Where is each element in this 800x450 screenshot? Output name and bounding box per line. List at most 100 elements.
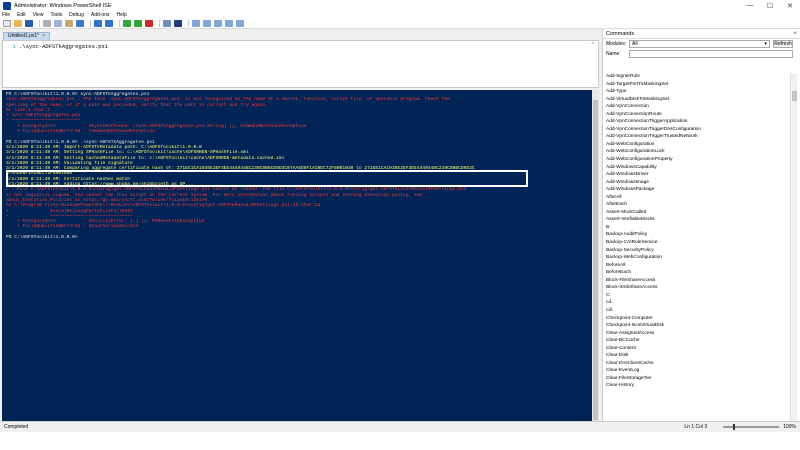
command-list-item[interactable]: Block-FileShareAccess xyxy=(606,277,790,285)
menu-add-ons[interactable]: Add-ons xyxy=(91,12,110,18)
command-list-item[interactable]: cd.. xyxy=(606,299,790,307)
toolbar-divider xyxy=(90,20,91,27)
run-selection-icon[interactable] xyxy=(134,20,142,27)
show-addon-icon[interactable] xyxy=(236,20,244,27)
command-list-item[interactable]: Add-WindowsDriver xyxy=(606,171,790,179)
command-list-item[interactable]: Clear-Disk xyxy=(606,352,790,360)
tab-untitled1[interactable]: Untitled1.ps1* × xyxy=(3,32,51,40)
command-list-item[interactable]: Add-Type xyxy=(606,88,790,96)
commands-title: Commands xyxy=(606,30,635,37)
command-list-item[interactable]: Clear-AssignedAccess xyxy=(606,330,790,338)
highlight-box xyxy=(6,170,528,187)
command-list-scroll-thumb[interactable] xyxy=(792,91,797,101)
layout-script-top-icon[interactable] xyxy=(192,20,200,27)
command-list-item[interactable]: Add-WebConfigurationLock xyxy=(606,148,790,156)
command-list-item[interactable]: Backup-WebConfiguration xyxy=(606,254,790,262)
command-list-item[interactable]: Add-VpnConnection xyxy=(606,103,790,111)
command-list-item[interactable]: Clear-EventLog xyxy=(606,367,790,375)
command-list-item[interactable]: cd\ xyxy=(606,307,790,315)
maximize-button[interactable]: ☐ xyxy=(760,0,780,11)
command-list-item[interactable]: Clear-History xyxy=(606,382,790,390)
command-list-item[interactable]: Add-VpnConnectionRoute xyxy=(606,111,790,119)
command-list-item[interactable]: AfterAll xyxy=(606,194,790,202)
command-list-item[interactable]: Backup-AuditPolicy xyxy=(606,231,790,239)
command-list-item[interactable]: Clear-BCCache xyxy=(606,337,790,345)
console-scrollbar[interactable] xyxy=(592,90,599,441)
tab-close-icon[interactable]: × xyxy=(42,33,45,40)
command-list-item[interactable]: C: xyxy=(606,292,790,300)
modules-select[interactable]: All ▾ xyxy=(629,40,770,48)
command-list-item[interactable]: Assert-VerifiableMocks xyxy=(606,216,790,224)
command-list-item[interactable]: Assert-MockCalled xyxy=(606,209,790,217)
zoom-slider[interactable] xyxy=(723,424,780,430)
cut-icon[interactable] xyxy=(43,20,51,27)
console-scroll-thumb[interactable] xyxy=(593,100,598,420)
remote-powershell-icon[interactable] xyxy=(163,20,171,27)
modules-row: Modules: All ▾ Refresh xyxy=(603,39,800,49)
toolbar xyxy=(0,19,800,29)
menu-help[interactable]: Help xyxy=(116,12,126,18)
command-list-item[interactable]: Checkpoint-Computer xyxy=(606,315,790,323)
name-row: Name: xyxy=(603,49,800,59)
clear-console-icon[interactable] xyxy=(76,20,84,27)
command-list-item[interactable]: Add-WebConfiguration xyxy=(606,141,790,149)
menu-tools[interactable]: Tools xyxy=(50,12,62,18)
command-list-item[interactable]: Checkpoint-IscsiVirtualDisk xyxy=(606,322,790,330)
command-list-item[interactable]: Clear-FileStorageTier xyxy=(606,375,790,383)
menu-view[interactable]: View xyxy=(33,12,44,18)
editor-line: 1 .\sync-ADFSTkAggregates.ps1 xyxy=(3,41,598,50)
command-list-item[interactable]: Clear-DnsClientCache xyxy=(606,360,790,368)
layout-script-right-icon[interactable] xyxy=(203,20,211,27)
name-input[interactable] xyxy=(629,50,793,58)
start-powershell-icon[interactable] xyxy=(174,20,182,27)
taskbar-area xyxy=(0,432,800,450)
redo-icon[interactable] xyxy=(105,20,113,27)
command-list-item[interactable]: Backup-CAtRoleService xyxy=(606,239,790,247)
show-command-icon[interactable] xyxy=(225,20,233,27)
run-script-icon[interactable] xyxy=(123,20,131,27)
new-file-icon[interactable] xyxy=(3,20,11,27)
script-editor[interactable]: 1 .\sync-ADFSTkAggregates.ps1 ⌃ xyxy=(2,40,599,88)
toolbar-divider xyxy=(119,20,120,27)
command-list-item[interactable]: Clear-Content xyxy=(606,345,790,353)
command-list-item[interactable]: BeforeAll xyxy=(606,262,790,270)
undo-icon[interactable] xyxy=(94,20,102,27)
console-pane[interactable]: PS C:\ADFSToolkit\1.0.0.0> sync-ADFSTkAg… xyxy=(2,90,599,441)
command-list-item[interactable]: Add-WindowsCapability xyxy=(606,164,790,172)
menu-debug[interactable]: Debug xyxy=(69,12,84,18)
command-list[interactable]: Add-SignerRule Add-TargetPortToMaskingSet… xyxy=(606,73,790,433)
command-list-item[interactable]: AfterEach xyxy=(606,201,790,209)
command-list-item[interactable]: Add-WindowsPackage xyxy=(606,186,790,194)
command-list-item[interactable]: Add-WebConfigurationProperty xyxy=(606,156,790,164)
modules-value: All xyxy=(632,41,638,47)
command-list-item[interactable]: Backup-SecurityPolicy xyxy=(606,247,790,255)
close-button[interactable]: ✕ xyxy=(780,0,800,11)
save-icon[interactable] xyxy=(25,20,33,27)
line-number: 1 xyxy=(12,43,16,50)
command-list-scrollbar[interactable] xyxy=(790,73,797,429)
command-list-item[interactable]: Add-VpnConnectionTriggerDnsConfiguration xyxy=(606,126,790,134)
stop-icon[interactable] xyxy=(145,20,153,27)
command-list-item[interactable]: Add-VpnConnectionTriggerApplication xyxy=(606,118,790,126)
collapse-script-pane-icon[interactable]: ⌃ xyxy=(591,42,595,48)
paste-icon[interactable] xyxy=(65,20,73,27)
open-folder-icon[interactable] xyxy=(14,20,22,27)
copy-icon[interactable] xyxy=(54,20,62,27)
command-list-item[interactable]: Add-VpnConnectionTriggerTrustedNetwork xyxy=(606,133,790,141)
commands-close-icon[interactable]: × xyxy=(793,31,797,37)
layout-script-max-icon[interactable] xyxy=(214,20,222,27)
window-title: Administrator: Windows PowerShell ISE xyxy=(14,2,112,9)
commands-header: Commands × xyxy=(603,29,800,39)
command-list-item[interactable]: Add-WindowsImage xyxy=(606,179,790,187)
minimize-button[interactable]: — xyxy=(740,0,760,11)
command-list-item[interactable]: Add-SignerRule xyxy=(606,73,790,81)
menu-edit[interactable]: Edit xyxy=(17,12,26,18)
command-list-item[interactable]: Add-VirtualDiskToMaskingSet xyxy=(606,96,790,104)
refresh-button[interactable]: Refresh xyxy=(773,40,793,48)
command-list-item[interactable]: Add-TargetPortToMaskingSet xyxy=(606,81,790,89)
zoom-slider-knob[interactable] xyxy=(733,424,736,430)
command-list-item[interactable]: B: xyxy=(606,224,790,232)
command-list-item[interactable]: Block-SmbShareAccess xyxy=(606,284,790,292)
command-list-item[interactable]: BeforeEach xyxy=(606,269,790,277)
menu-file[interactable]: File xyxy=(2,12,10,18)
